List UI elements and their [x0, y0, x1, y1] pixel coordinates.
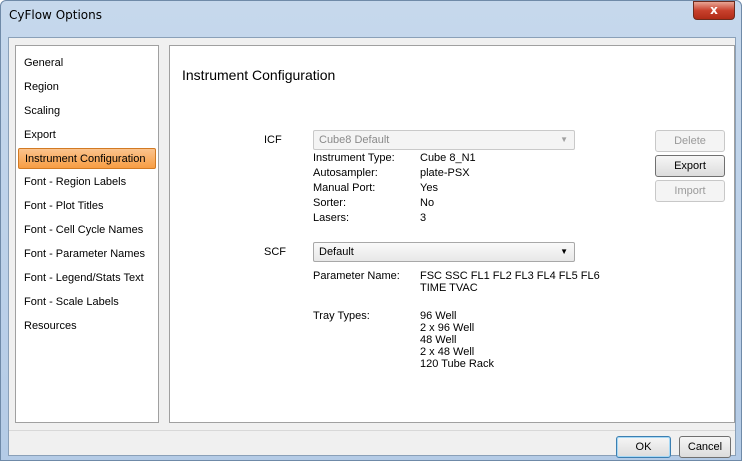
sidebar-item-font-legend-stats-text[interactable]: Font - Legend/Stats Text	[18, 268, 156, 289]
tray-type-item: 96 Well	[420, 310, 457, 322]
tray-type-item: 48 Well	[420, 334, 457, 346]
sidebar-item-font-plot-titles[interactable]: Font - Plot Titles	[18, 196, 156, 217]
icf-select[interactable]: Cube8 Default ▼	[313, 130, 575, 150]
sidebar-item-font-parameter-names[interactable]: Font - Parameter Names	[18, 244, 156, 265]
sidebar-item-font-region-labels[interactable]: Font - Region Labels	[18, 172, 156, 193]
scf-select-value: Default	[319, 246, 354, 258]
tray-types-label: Tray Types:	[313, 310, 370, 322]
scf-label: SCF	[264, 246, 286, 258]
sidebar-item-general[interactable]: General	[18, 53, 156, 74]
manual-port-value: Yes	[420, 182, 438, 194]
instrument-type-label: Instrument Type:	[313, 152, 395, 164]
autosampler-value: plate-PSX	[420, 167, 470, 179]
icf-select-value: Cube8 Default	[319, 134, 390, 146]
chevron-down-icon: ▼	[560, 135, 568, 144]
autosampler-label: Autosampler:	[313, 167, 378, 179]
sorter-value: No	[420, 197, 435, 209]
options-window: CyFlow Options x General Region Scaling …	[0, 0, 742, 461]
sorter-label: Sorter:	[313, 197, 347, 209]
chevron-down-icon: ▼	[560, 247, 568, 256]
sidebar-item-font-scale-labels[interactable]: Font - Scale Labels	[18, 292, 156, 313]
settings-panel: Instrument Configuration ICF Cube8 Defau…	[169, 45, 735, 423]
sidebar-item-instrument-configuration[interactable]: Instrument Configuration	[18, 148, 156, 169]
scf-select[interactable]: Default ▼	[313, 242, 575, 262]
manual-port-label: Manual Port:	[313, 182, 376, 194]
category-list: General Region Scaling Export Instrument…	[15, 45, 159, 423]
window-title: CyFlow Options	[9, 8, 102, 22]
sidebar-item-scaling[interactable]: Scaling	[18, 101, 156, 122]
delete-button[interactable]: Delete	[655, 130, 725, 152]
title-bar: CyFlow Options x	[1, 1, 741, 37]
lasers-label: Lasers:	[313, 212, 350, 224]
parameter-name-value-line2: TIME TVAC	[420, 282, 478, 294]
sidebar-item-font-cell-cycle-names[interactable]: Font - Cell Cycle Names	[18, 220, 156, 241]
icf-label: ICF	[264, 134, 282, 146]
instrument-type-value: Cube 8_N1	[420, 152, 476, 164]
sidebar-item-resources[interactable]: Resources	[18, 316, 156, 337]
tray-type-item: 2 x 48 Well	[420, 346, 475, 358]
dialog-body: General Region Scaling Export Instrument…	[8, 37, 736, 458]
export-button[interactable]: Export	[655, 155, 725, 177]
ok-button[interactable]: OK	[616, 436, 671, 458]
import-button[interactable]: Import	[655, 180, 725, 202]
lasers-value: 3	[420, 212, 427, 224]
parameter-name-label: Parameter Name:	[313, 270, 400, 282]
cancel-button[interactable]: Cancel	[679, 436, 731, 458]
page-title: Instrument Configuration	[182, 67, 336, 83]
sidebar-item-region[interactable]: Region	[18, 77, 156, 98]
close-button[interactable]: x	[693, 1, 735, 20]
close-icon: x	[710, 3, 718, 17]
parameter-name-value-line1: FSC SSC FL1 FL2 FL3 FL4 FL5 FL6	[420, 270, 600, 282]
tray-type-item: 2 x 96 Well	[420, 322, 475, 334]
tray-type-item: 120 Tube Rack	[420, 358, 494, 370]
sidebar-item-export[interactable]: Export	[18, 125, 156, 146]
footer-divider	[9, 430, 735, 431]
